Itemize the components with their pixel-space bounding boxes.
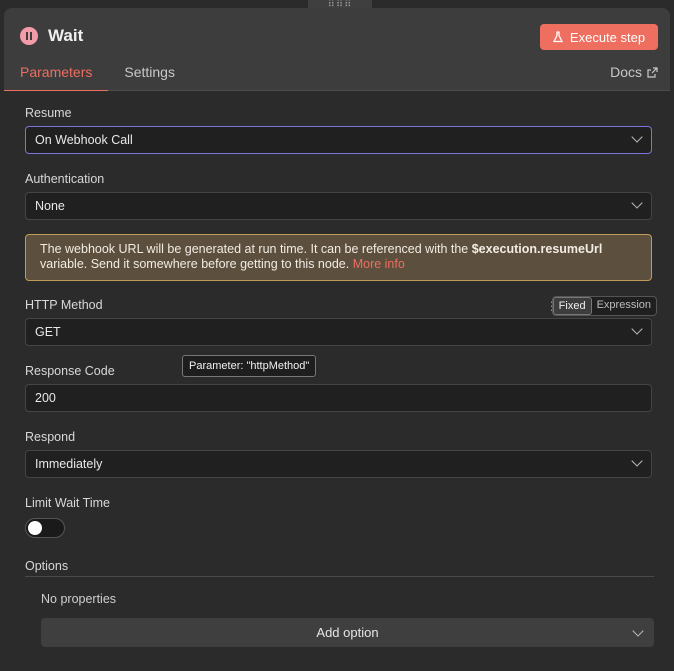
more-info-link[interactable]: More info — [353, 257, 405, 271]
notice-text-after: variable. Send it somewhere before getti… — [40, 257, 353, 271]
limit-wait-time-toggle[interactable] — [25, 518, 65, 538]
tab-parameters[interactable]: Parameters — [4, 56, 109, 92]
limit-wait-time-label: Limit Wait Time — [25, 496, 110, 510]
node-panel: Wait Execute step Parameters Settings Do… — [4, 8, 670, 671]
http-method-value: GET — [35, 325, 61, 339]
http-method-select[interactable]: GET — [25, 318, 652, 346]
fixed-option[interactable]: Fixed — [552, 297, 592, 315]
expression-option[interactable]: Expression — [592, 297, 656, 315]
fixed-expression-toggle: Fixed Expression — [551, 296, 657, 316]
execute-step-button[interactable]: Execute step — [540, 24, 658, 50]
response-code-label: Response Code — [25, 364, 115, 378]
tab-bar: Parameters Settings — [4, 56, 191, 92]
title-row: Wait — [20, 26, 83, 46]
chevron-down-icon — [631, 455, 643, 467]
resume-value: On Webhook Call — [35, 133, 133, 147]
pause-icon — [20, 27, 38, 45]
toggle-knob — [28, 521, 42, 535]
add-option-label: Add option — [316, 625, 379, 640]
resume-select[interactable]: On Webhook Call — [25, 126, 652, 154]
respond-label: Respond — [25, 430, 76, 444]
chevron-down-icon — [631, 323, 643, 335]
respond-select[interactable]: Immediately — [25, 450, 652, 478]
docs-link[interactable]: Docs — [610, 64, 658, 80]
response-code-value: 200 — [35, 391, 56, 405]
panel-header: Wait Execute step Parameters Settings Do… — [4, 8, 670, 92]
respond-value: Immediately — [35, 457, 103, 471]
chevron-down-icon — [631, 197, 643, 209]
chevron-down-icon — [631, 131, 643, 143]
authentication-select[interactable]: None — [25, 192, 652, 220]
parameter-tooltip: Parameter: "httpMethod" — [182, 355, 317, 377]
notice-text-before: The webhook URL will be generated at run… — [40, 242, 472, 256]
no-properties-text: No properties — [41, 592, 117, 606]
external-link-icon — [647, 66, 658, 78]
authentication-label: Authentication — [25, 172, 105, 186]
flask-icon — [552, 31, 563, 43]
add-option-button[interactable]: Add option — [41, 618, 654, 647]
options-divider — [25, 576, 654, 577]
docs-label: Docs — [610, 64, 642, 80]
execute-step-label: Execute step — [569, 29, 646, 45]
resume-label: Resume — [25, 106, 72, 120]
http-method-label: HTTP Method — [25, 298, 103, 312]
authentication-value: None — [35, 199, 65, 213]
notice-code: $execution.resumeUrl — [471, 242, 603, 256]
tab-settings[interactable]: Settings — [108, 56, 191, 90]
options-label: Options — [25, 559, 69, 573]
chevron-down-icon — [632, 625, 644, 637]
response-code-input[interactable]: 200 — [25, 384, 652, 412]
webhook-notice: The webhook URL will be generated at run… — [25, 234, 652, 281]
node-title[interactable]: Wait — [48, 26, 83, 46]
parameters-body: Resume On Webhook Call Authentication No… — [4, 91, 670, 671]
